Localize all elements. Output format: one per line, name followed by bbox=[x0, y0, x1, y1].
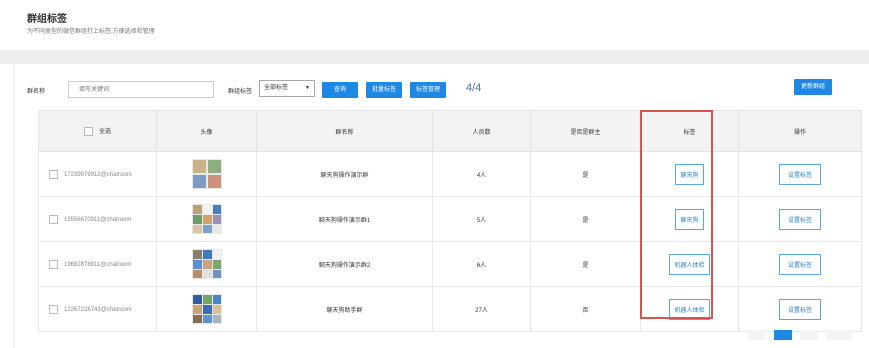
set-tag-button[interactable]: 设置标签 bbox=[778, 253, 821, 275]
row-checkbox[interactable] bbox=[49, 259, 58, 269]
row-checkbox[interactable] bbox=[49, 304, 58, 314]
group-name: 聊天狗操作演示群2 bbox=[256, 241, 433, 287]
tag-filter-label: 群组标签 bbox=[228, 89, 253, 95]
tag-filter-value: 全部标签 bbox=[264, 85, 289, 91]
group-name: 聊天狗操作演示群1 bbox=[256, 196, 433, 242]
set-tag-button[interactable]: 设置标签 bbox=[778, 163, 821, 185]
table-row: 17239979912@chatroom 聊天狗操作演示群 4人 是 聊天狗 设… bbox=[38, 151, 862, 197]
page-subtitle: 为不同类型的微信群组打上标签,方便选择和管理 bbox=[27, 29, 155, 35]
tag-badge[interactable]: 机器人体验 bbox=[669, 298, 710, 320]
member-count: 5人 bbox=[432, 196, 531, 242]
set-tag-button[interactable]: 设置标签 bbox=[778, 208, 821, 230]
page-title: 群组标签 bbox=[27, 14, 67, 25]
is-owner: 否 bbox=[530, 286, 641, 332]
select-all-label: 全选 bbox=[98, 129, 111, 136]
table-row: 19682878811@chatroom 聊天狗操作演示群2 6人 是 机器人体… bbox=[38, 241, 862, 287]
tag-badge[interactable]: 机器人体验 bbox=[669, 253, 710, 275]
group-id: 19682878811@chatroom bbox=[64, 261, 132, 268]
pager-prev[interactable] bbox=[748, 330, 766, 340]
pager-next[interactable] bbox=[800, 330, 818, 340]
row-checkbox[interactable] bbox=[49, 214, 58, 224]
group-name: 聊天狗操作演示群 bbox=[256, 151, 433, 197]
select-all-header[interactable]: 全选 bbox=[38, 110, 157, 152]
avatar-header: 头像 bbox=[156, 110, 257, 152]
search-button[interactable]: 查询 bbox=[322, 82, 358, 98]
content-edge bbox=[13, 64, 15, 348]
batch-tag-button[interactable]: 批量标签 bbox=[366, 82, 402, 98]
row-checkbox[interactable] bbox=[49, 169, 58, 179]
member-count: 4人 bbox=[432, 151, 531, 197]
group-avatar bbox=[191, 204, 222, 234]
is-owner: 是 bbox=[530, 241, 641, 287]
members-header: 人员数 bbox=[432, 110, 531, 152]
page-header: 群组标签 为不同类型的微信群组打上标签,方便选择和管理 bbox=[0, 0, 869, 48]
group-name-input[interactable] bbox=[68, 81, 214, 98]
group-name-label: 群名称 bbox=[27, 89, 46, 95]
tag-filter-select[interactable]: 全部标签 ▼ bbox=[259, 80, 315, 97]
group-id: 17239979912@chatroom bbox=[64, 171, 132, 178]
table-header-row: 全选 头像 群名称 人员数 是否是群主 标签 操作 bbox=[38, 110, 862, 152]
tag-badge[interactable]: 聊天狗 bbox=[675, 208, 704, 230]
is-owner-header: 是否是群主 bbox=[530, 110, 641, 152]
tag-manage-button[interactable]: 标签管理 bbox=[410, 82, 446, 98]
group-name: 聊天狗助手群 bbox=[256, 286, 433, 332]
group-avatar bbox=[191, 249, 222, 279]
action-header: 操作 bbox=[738, 110, 862, 152]
member-count: 27人 bbox=[432, 286, 531, 332]
update-groups-button[interactable]: 更新群组 bbox=[794, 79, 832, 95]
chevron-down-icon: ▼ bbox=[305, 85, 310, 91]
page-count: 4/4 bbox=[466, 82, 482, 94]
group-id: 15556670911@chatroom bbox=[64, 216, 132, 223]
group-name-header: 群名称 bbox=[256, 110, 433, 152]
group-avatar bbox=[191, 159, 222, 189]
is-owner: 是 bbox=[530, 151, 641, 197]
tag-badge[interactable]: 聊天狗 bbox=[675, 163, 704, 185]
select-all-checkbox[interactable] bbox=[83, 126, 93, 136]
table-row: 15556670911@chatroom 聊天狗操作演示群1 5人 是 聊天狗 … bbox=[38, 196, 862, 242]
pager-current[interactable] bbox=[774, 330, 792, 340]
is-owner: 是 bbox=[530, 196, 641, 242]
group-avatar bbox=[191, 294, 222, 324]
table-row: 12267226743@chatroom 聊天狗助手群 27人 否 机器人体验 … bbox=[38, 286, 862, 332]
pager-jump[interactable] bbox=[826, 330, 852, 340]
member-count: 6人 bbox=[432, 241, 531, 287]
tag-header: 标签 bbox=[640, 110, 739, 152]
section-divider bbox=[0, 50, 869, 64]
group-id: 12267226743@chatroom bbox=[64, 306, 132, 313]
groups-table: 全选 头像 群名称 人员数 是否是群主 标签 操作 17239979912@ch… bbox=[38, 110, 862, 332]
set-tag-button[interactable]: 设置标签 bbox=[778, 298, 821, 320]
